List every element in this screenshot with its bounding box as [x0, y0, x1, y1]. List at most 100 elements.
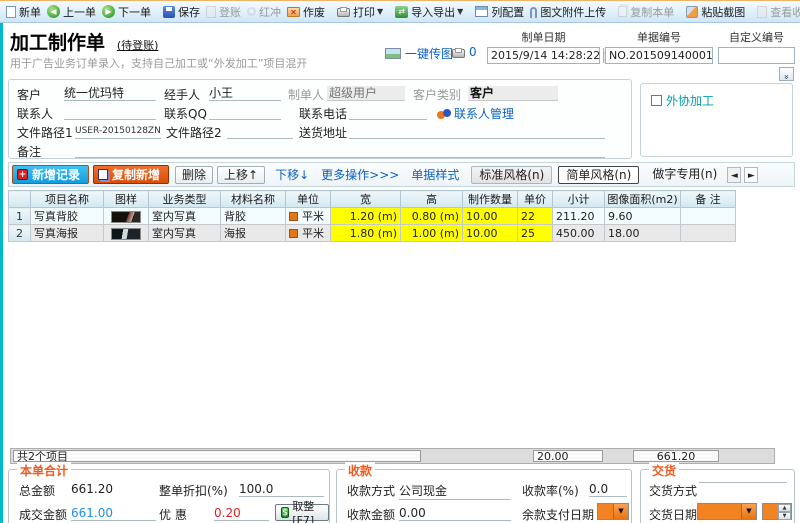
col-business[interactable]: 业务类型 — [148, 190, 221, 208]
one-click-transfer-link[interactable]: 一键传图 — [385, 45, 453, 62]
balance-date-dropdown[interactable]: ▼ — [597, 503, 629, 520]
more-operations-link[interactable]: 更多操作>>> — [321, 166, 399, 183]
file-path1-input[interactable]: USER-20150128ZN:C:\ — [75, 124, 161, 139]
col-material[interactable]: 材料名称 — [220, 190, 286, 208]
cell-image[interactable] — [103, 224, 149, 242]
tab-scroll-left-button[interactable]: ◄ — [727, 166, 742, 183]
item-thumbnail-image[interactable] — [111, 227, 141, 240]
contact-input[interactable] — [64, 105, 156, 120]
preferential-input[interactable]: 0.20 — [214, 506, 269, 521]
col-name[interactable]: 项目名称 — [30, 190, 104, 208]
add-record-button[interactable]: 新增记录 — [12, 165, 90, 184]
dropdown-arrow-icon: ▼ — [377, 7, 384, 16]
delete-row-button[interactable]: 删除 — [175, 165, 214, 184]
col-subtotal[interactable]: 小计 — [552, 190, 605, 208]
customer-label: 客户 — [17, 88, 42, 102]
spin-down-icon[interactable]: ▼ — [778, 512, 791, 520]
contact-management-label: 联系人管理 — [454, 107, 515, 121]
cell-price[interactable]: 25 — [517, 224, 553, 242]
print-button[interactable]: 打印 ▼ — [335, 3, 385, 21]
col-note[interactable]: 备 注 — [680, 190, 736, 208]
cell-note[interactable] — [680, 207, 736, 225]
new-order-button[interactable]: 新单 — [4, 3, 43, 21]
tab-standard-style[interactable]: 标准风格(n) — [471, 165, 553, 184]
attachment-upload-button[interactable]: 图文附件上传 — [528, 3, 608, 21]
copy-add-button[interactable]: 复制新增 — [93, 165, 170, 184]
cell-width[interactable]: 1.20 (m) — [330, 207, 401, 225]
order-style-label: 单据样式 — [411, 168, 460, 182]
col-width[interactable]: 宽 — [330, 190, 401, 208]
cell-name[interactable]: 写真海报 — [30, 224, 104, 242]
tab-word-style[interactable]: 做字专用(n) — [645, 166, 724, 184]
cell-height[interactable]: 1.00 (m) — [400, 224, 463, 242]
cell-note[interactable] — [680, 224, 736, 242]
cell-business[interactable]: 室内写真 — [148, 207, 221, 225]
handler-input[interactable]: 小王 — [209, 86, 281, 101]
save-button[interactable]: 保存 — [161, 3, 202, 21]
cell-width[interactable]: 1.80 (m) — [330, 224, 401, 242]
cell-name[interactable]: 写真背胶 — [30, 207, 104, 225]
note-input[interactable] — [75, 143, 605, 158]
cell-material[interactable]: 背胶 — [220, 207, 286, 225]
print-count[interactable]: 0 — [452, 45, 477, 59]
delivery-date-dropdown[interactable]: ▼ — [697, 503, 757, 520]
tab-simple-style[interactable]: 简单风格(n) — [558, 165, 640, 184]
round-off-button[interactable]: 取整[F7] — [275, 500, 329, 523]
payment-amount-input[interactable]: 0.00 — [399, 506, 511, 521]
cell-unit[interactable]: 平米 — [285, 207, 331, 225]
deal-amount-input[interactable]: 661.00 — [71, 506, 156, 521]
item-thumbnail-image[interactable] — [111, 210, 141, 223]
delivery-time-spinner[interactable]: ▲ ▼ — [762, 503, 792, 520]
cell-image[interactable] — [103, 207, 149, 225]
order-number-field: 单据编号 NO.201509140001 — [605, 29, 713, 64]
print-count-value: 0 — [469, 45, 477, 59]
qq-input[interactable] — [209, 105, 281, 120]
order-date-combo[interactable]: 2015/9/14 14:28:22 ▼ — [487, 47, 610, 64]
chevron-down-icon[interactable]: ▼ — [741, 504, 756, 519]
unit-text: 平米 — [302, 227, 324, 240]
col-qty[interactable]: 制作数量 — [462, 190, 518, 208]
phone-input[interactable] — [349, 105, 427, 120]
collapse-panel-button[interactable]: « — [779, 67, 794, 81]
customer-input[interactable]: 统一优玛特 — [64, 86, 156, 101]
checkbox-icon[interactable] — [651, 95, 662, 106]
col-area[interactable]: 图像面积(m2) — [604, 190, 681, 208]
col-image[interactable]: 图样 — [103, 190, 149, 208]
cell-price[interactable]: 22 — [517, 207, 553, 225]
move-up-button[interactable]: 上移↑ — [217, 165, 266, 184]
file-path2-input[interactable] — [227, 124, 293, 139]
void-button[interactable]: 作废 — [285, 3, 327, 21]
spin-up-icon[interactable]: ▲ — [778, 504, 791, 512]
delivery-address-input[interactable] — [349, 124, 605, 139]
order-number-input[interactable]: NO.201509140001 — [605, 47, 713, 64]
cell-business[interactable]: 室内写真 — [148, 224, 221, 242]
import-export-button[interactable]: 导入导出▼ — [393, 3, 465, 21]
cell-qty[interactable]: 10.00 — [462, 224, 518, 242]
paste-screenshot-button[interactable]: 粘贴截图 — [684, 3, 747, 21]
table-row[interactable]: 1 写真背胶 室内写真 背胶 平米 1.20 (m) 0.80 (m) 10.0… — [8, 207, 736, 225]
cell-material[interactable]: 海报 — [220, 224, 286, 242]
next-order-button[interactable]: 下一单 — [100, 3, 153, 21]
spinner-buttons[interactable]: ▲ ▼ — [778, 504, 791, 520]
col-height[interactable]: 高 — [400, 190, 463, 208]
col-unit[interactable]: 单位 — [285, 190, 331, 208]
payment-rate-input[interactable]: 0.0 — [589, 482, 627, 497]
custom-number-input[interactable] — [718, 47, 795, 64]
table-row[interactable]: 2 写真海报 室内写真 海报 平米 1.80 (m) 1.00 (m) 10.0… — [8, 224, 736, 242]
outsource-option[interactable]: 外协加工 — [651, 92, 714, 109]
prev-order-button[interactable]: 上一单 — [45, 3, 98, 21]
move-down-link[interactable]: 下移↓ — [275, 166, 309, 183]
cell-unit[interactable]: 平米 — [285, 224, 331, 242]
tab-scroll-right-button[interactable]: ► — [744, 166, 759, 183]
payment-method-input[interactable]: 公司现金 — [399, 482, 511, 500]
contact-management-link[interactable]: 联系人管理 — [437, 105, 514, 122]
column-config-button[interactable]: 列配置 — [473, 3, 526, 21]
order-date-value: 2015/9/14 14:28:22 — [491, 49, 601, 62]
cell-qty[interactable]: 10.00 — [462, 207, 518, 225]
chevron-down-icon[interactable]: ▼ — [613, 504, 628, 519]
discount-percent-input[interactable]: 100.0 — [239, 482, 324, 497]
delivery-method-input[interactable] — [699, 482, 787, 483]
col-price[interactable]: 单价 — [517, 190, 553, 208]
unit-color-swatch — [289, 212, 298, 221]
cell-height[interactable]: 0.80 (m) — [400, 207, 463, 225]
